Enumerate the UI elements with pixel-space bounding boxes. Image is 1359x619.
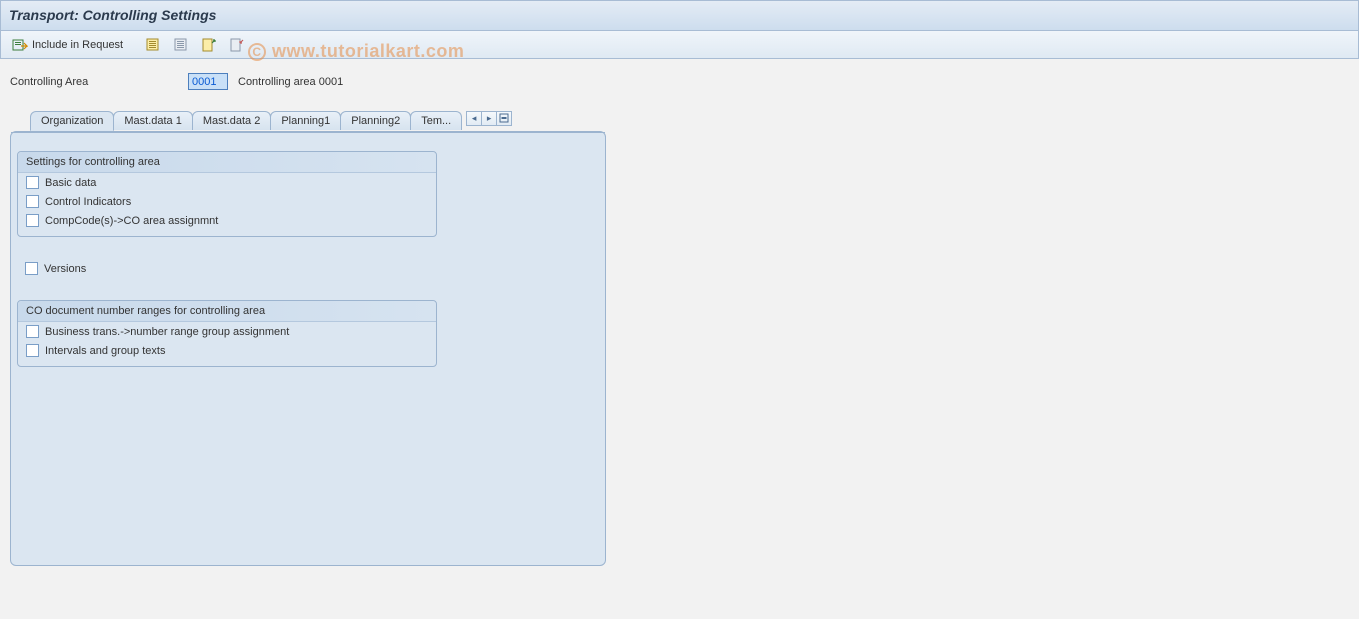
tab-container: Settings for controlling area Basic data… [10,131,606,566]
toolbar-button-4[interactable] [224,34,250,56]
checkbox-row-compcode-assignment: CompCode(s)->CO area assignmnt [18,211,436,230]
tab-list-icon [499,113,509,125]
tab-scroll-right-button[interactable]: ▸ [481,111,497,126]
tab-planning2[interactable]: Planning2 [340,111,411,130]
application-toolbar: Include in Request [0,31,1359,59]
tab-nav: ◂ ▸ [467,111,512,126]
checkbox-compcode-assignment[interactable] [26,214,39,227]
tab-list-button[interactable] [496,111,512,126]
deselect-all-button[interactable] [168,34,194,56]
controlling-area-input[interactable] [188,73,228,90]
checkbox-intervals[interactable] [26,344,39,357]
group-settings-title: Settings for controlling area [18,152,436,173]
tab-organization[interactable]: Organization [30,111,114,131]
checkbox-row-intervals: Intervals and group texts [18,341,436,360]
checkbox-row-basic-data: Basic data [18,173,436,192]
checkbox-label: Versions [44,263,86,275]
chevron-right-icon: ▸ [487,113,492,124]
select-all-button[interactable] [140,34,166,56]
checkbox-row-business-trans: Business trans.->number range group assi… [18,322,436,341]
toolbar-button-3[interactable] [196,34,222,56]
checkbox-business-trans[interactable] [26,325,39,338]
tab-mast-data-1[interactable]: Mast.data 1 [113,111,192,130]
tab-body-organization: Settings for controlling area Basic data… [11,132,605,543]
tab-strip: Organization Mast.data 1 Mast.data 2 Pla… [10,107,1351,130]
deselect-all-icon [173,37,189,53]
checkbox-row-control-indicators: Control Indicators [18,192,436,211]
include-in-request-icon [12,37,28,53]
group-co-document-number-ranges: CO document number ranges for controllin… [17,300,437,367]
tab-planning1[interactable]: Planning1 [270,111,341,130]
group-co-doc-title: CO document number ranges for controllin… [18,301,436,322]
controlling-area-row: Controlling Area Controlling area 0001 [10,73,1351,90]
document-up-icon [201,37,217,53]
chevron-left-icon: ◂ [472,113,477,124]
select-all-icon [145,37,161,53]
checkbox-label: Business trans.->number range group assi… [45,326,289,338]
controlling-area-desc: Controlling area 0001 [236,76,343,88]
window-title-bar: Transport: Controlling Settings [0,0,1359,31]
checkbox-versions[interactable] [25,262,38,275]
document-down-icon [229,37,245,53]
tab-templates[interactable]: Tem... [410,111,462,130]
checkbox-label: Control Indicators [45,196,131,208]
content-area: Controlling Area Controlling area 0001 O… [0,59,1359,574]
include-in-request-button[interactable]: Include in Request [7,34,128,56]
controlling-area-label: Controlling Area [10,76,180,88]
group-settings-controlling-area: Settings for controlling area Basic data… [17,151,437,237]
checkbox-label: Basic data [45,177,96,189]
checkbox-label: CompCode(s)->CO area assignmnt [45,215,218,227]
checkbox-control-indicators[interactable] [26,195,39,208]
tab-scroll-left-button[interactable]: ◂ [466,111,482,126]
page-title: Transport: Controlling Settings [9,7,216,23]
checkbox-row-versions: Versions [17,259,599,278]
tab-mast-data-2[interactable]: Mast.data 2 [192,111,271,130]
include-in-request-label: Include in Request [32,39,123,51]
checkbox-label: Intervals and group texts [45,345,165,357]
checkbox-basic-data[interactable] [26,176,39,189]
